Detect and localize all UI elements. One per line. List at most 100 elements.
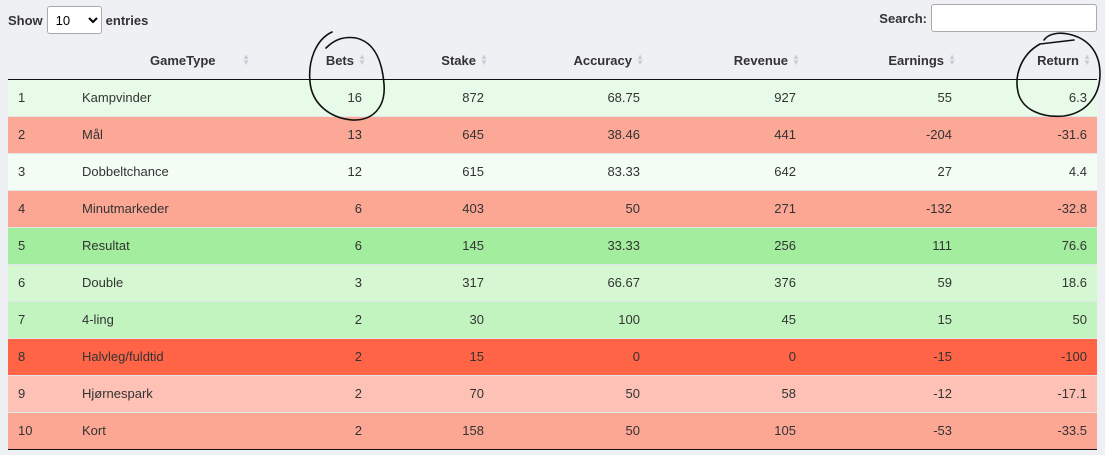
cell-earnings: 15 — [806, 300, 962, 338]
cell-index: 8 — [8, 337, 70, 375]
cell-gametype: Halvleg/fuldtid — [70, 337, 256, 375]
cell-accuracy: 0 — [494, 337, 650, 375]
cell-gametype: Kort — [70, 411, 256, 450]
cell-revenue: 376 — [650, 263, 806, 301]
table-row[interactable]: 2 Mål 13 645 38.46 441 -204 -31.6 — [8, 115, 1097, 153]
cell-index: 10 — [8, 411, 70, 450]
cell-bets: 2 — [256, 411, 372, 450]
column-header-earnings[interactable]: Earnings ▲ ▼ — [806, 43, 962, 80]
cell-gametype: 4-ling — [70, 300, 256, 338]
cell-revenue: 256 — [650, 226, 806, 264]
column-header-label: Bets — [325, 53, 354, 69]
cell-stake: 403 — [372, 189, 494, 227]
cell-accuracy: 100 — [494, 300, 650, 338]
column-header-accuracy[interactable]: Accuracy ▲ ▼ — [494, 43, 650, 80]
cell-stake: 317 — [372, 263, 494, 301]
entries-label: entries — [105, 12, 149, 28]
column-header-gametype[interactable]: GameType ▲ ▼ — [70, 43, 256, 80]
sort-icon: ▲ ▼ — [1083, 52, 1091, 67]
cell-index: 3 — [8, 152, 70, 190]
cell-bets: 12 — [256, 152, 372, 190]
sort-icon: ▲ ▼ — [792, 52, 800, 67]
sort-icon: ▲ ▼ — [948, 52, 956, 67]
table-row[interactable]: 9 Hjørnespark 2 70 50 58 -12 -17.1 — [8, 374, 1097, 412]
table-row[interactable]: 7 4-ling 2 30 100 45 15 50 — [8, 300, 1097, 338]
column-header-index[interactable] — [8, 43, 70, 80]
cell-earnings: -204 — [806, 115, 962, 153]
sort-icon: ▲ ▼ — [358, 52, 366, 67]
sort-icon: ▲ ▼ — [480, 52, 488, 67]
cell-bets: 2 — [256, 374, 372, 412]
cell-earnings: 27 — [806, 152, 962, 190]
sort-icon: ▲ ▼ — [242, 52, 250, 67]
column-header-label: Return — [1037, 53, 1079, 69]
cell-stake: 872 — [372, 78, 494, 116]
cell-stake: 70 — [372, 374, 494, 412]
column-header-label: GameType — [150, 53, 216, 69]
cell-accuracy: 68.75 — [494, 78, 650, 116]
cell-return: 6.3 — [962, 78, 1097, 116]
column-header-label: Stake — [441, 53, 476, 69]
cell-revenue: 0 — [650, 337, 806, 375]
cell-accuracy: 66.67 — [494, 263, 650, 301]
cell-bets: 6 — [256, 226, 372, 264]
column-header-label: Earnings — [888, 53, 944, 69]
cell-index: 2 — [8, 115, 70, 153]
cell-stake: 645 — [372, 115, 494, 153]
cell-earnings: 55 — [806, 78, 962, 116]
table-body: 1 Kampvinder 16 872 68.75 927 55 6.3 2 Mål 13 645 38… — [8, 78, 1097, 450]
table-row[interactable]: 1 Kampvinder 16 872 68.75 927 55 6.3 — [8, 78, 1097, 116]
cell-bets: 13 — [256, 115, 372, 153]
column-header-revenue[interactable]: Revenue ▲ ▼ — [650, 43, 806, 80]
cell-gametype: Mål — [70, 115, 256, 153]
cell-earnings: 59 — [806, 263, 962, 301]
table-controls: Show 10 entries Search: — [0, 0, 1105, 40]
cell-gametype: Minutmarkeder — [70, 189, 256, 227]
cell-gametype: Kampvinder — [70, 78, 256, 116]
table-row[interactable]: 8 Halvleg/fuldtid 2 15 0 0 -15 -100 — [8, 337, 1097, 375]
cell-earnings: 111 — [806, 226, 962, 264]
cell-index: 7 — [8, 300, 70, 338]
cell-gametype: Double — [70, 263, 256, 301]
cell-earnings: -132 — [806, 189, 962, 227]
cell-bets: 2 — [256, 337, 372, 375]
cell-bets: 6 — [256, 189, 372, 227]
column-header-label: Accuracy — [573, 53, 632, 69]
cell-return: 4.4 — [962, 152, 1097, 190]
search-input[interactable] — [931, 4, 1097, 32]
table-header-row: GameType ▲ ▼ Bets ▲ ▼ Stake ▲ ▼ Accuracy ▲ ▼… — [8, 43, 1097, 80]
cell-accuracy: 50 — [494, 189, 650, 227]
column-header-bets[interactable]: Bets ▲ ▼ — [256, 43, 372, 80]
cell-index: 5 — [8, 226, 70, 264]
cell-accuracy: 38.46 — [494, 115, 650, 153]
cell-return: 50 — [962, 300, 1097, 338]
cell-earnings: -12 — [806, 374, 962, 412]
cell-index: 4 — [8, 189, 70, 227]
table-row[interactable]: 10 Kort 2 158 50 105 -53 -33.5 — [8, 411, 1097, 450]
cell-stake: 30 — [372, 300, 494, 338]
cell-index: 6 — [8, 263, 70, 301]
column-header-return[interactable]: Return ▲ ▼ — [962, 43, 1097, 80]
table-row[interactable]: 6 Double 3 317 66.67 376 59 18.6 — [8, 263, 1097, 301]
cell-gametype: Dobbeltchance — [70, 152, 256, 190]
page-length-select[interactable]: 10 — [46, 6, 102, 34]
cell-revenue: 45 — [650, 300, 806, 338]
cell-revenue: 441 — [650, 115, 806, 153]
cell-bets: 2 — [256, 300, 372, 338]
cell-stake: 15 — [372, 337, 494, 375]
sort-icon: ▲ ▼ — [636, 52, 644, 67]
table-row[interactable]: 4 Minutmarkeder 6 403 50 271 -132 -32.8 — [8, 189, 1097, 227]
cell-stake: 615 — [372, 152, 494, 190]
cell-return: -17.1 — [962, 374, 1097, 412]
search-control: Search: — [879, 4, 1097, 32]
table-row[interactable]: 3 Dobbeltchance 12 615 83.33 642 27 4.4 — [8, 152, 1097, 190]
column-header-stake[interactable]: Stake ▲ ▼ — [372, 43, 494, 80]
cell-bets: 16 — [256, 78, 372, 116]
cell-revenue: 58 — [650, 374, 806, 412]
table-row[interactable]: 5 Resultat 6 145 33.33 256 111 76.6 — [8, 226, 1097, 264]
cell-gametype: Hjørnespark — [70, 374, 256, 412]
data-table: GameType ▲ ▼ Bets ▲ ▼ Stake ▲ ▼ Accuracy ▲ ▼… — [8, 43, 1097, 450]
cell-accuracy: 83.33 — [494, 152, 650, 190]
page-length-control: Show 10 entries — [8, 6, 148, 34]
cell-return: -32.8 — [962, 189, 1097, 227]
